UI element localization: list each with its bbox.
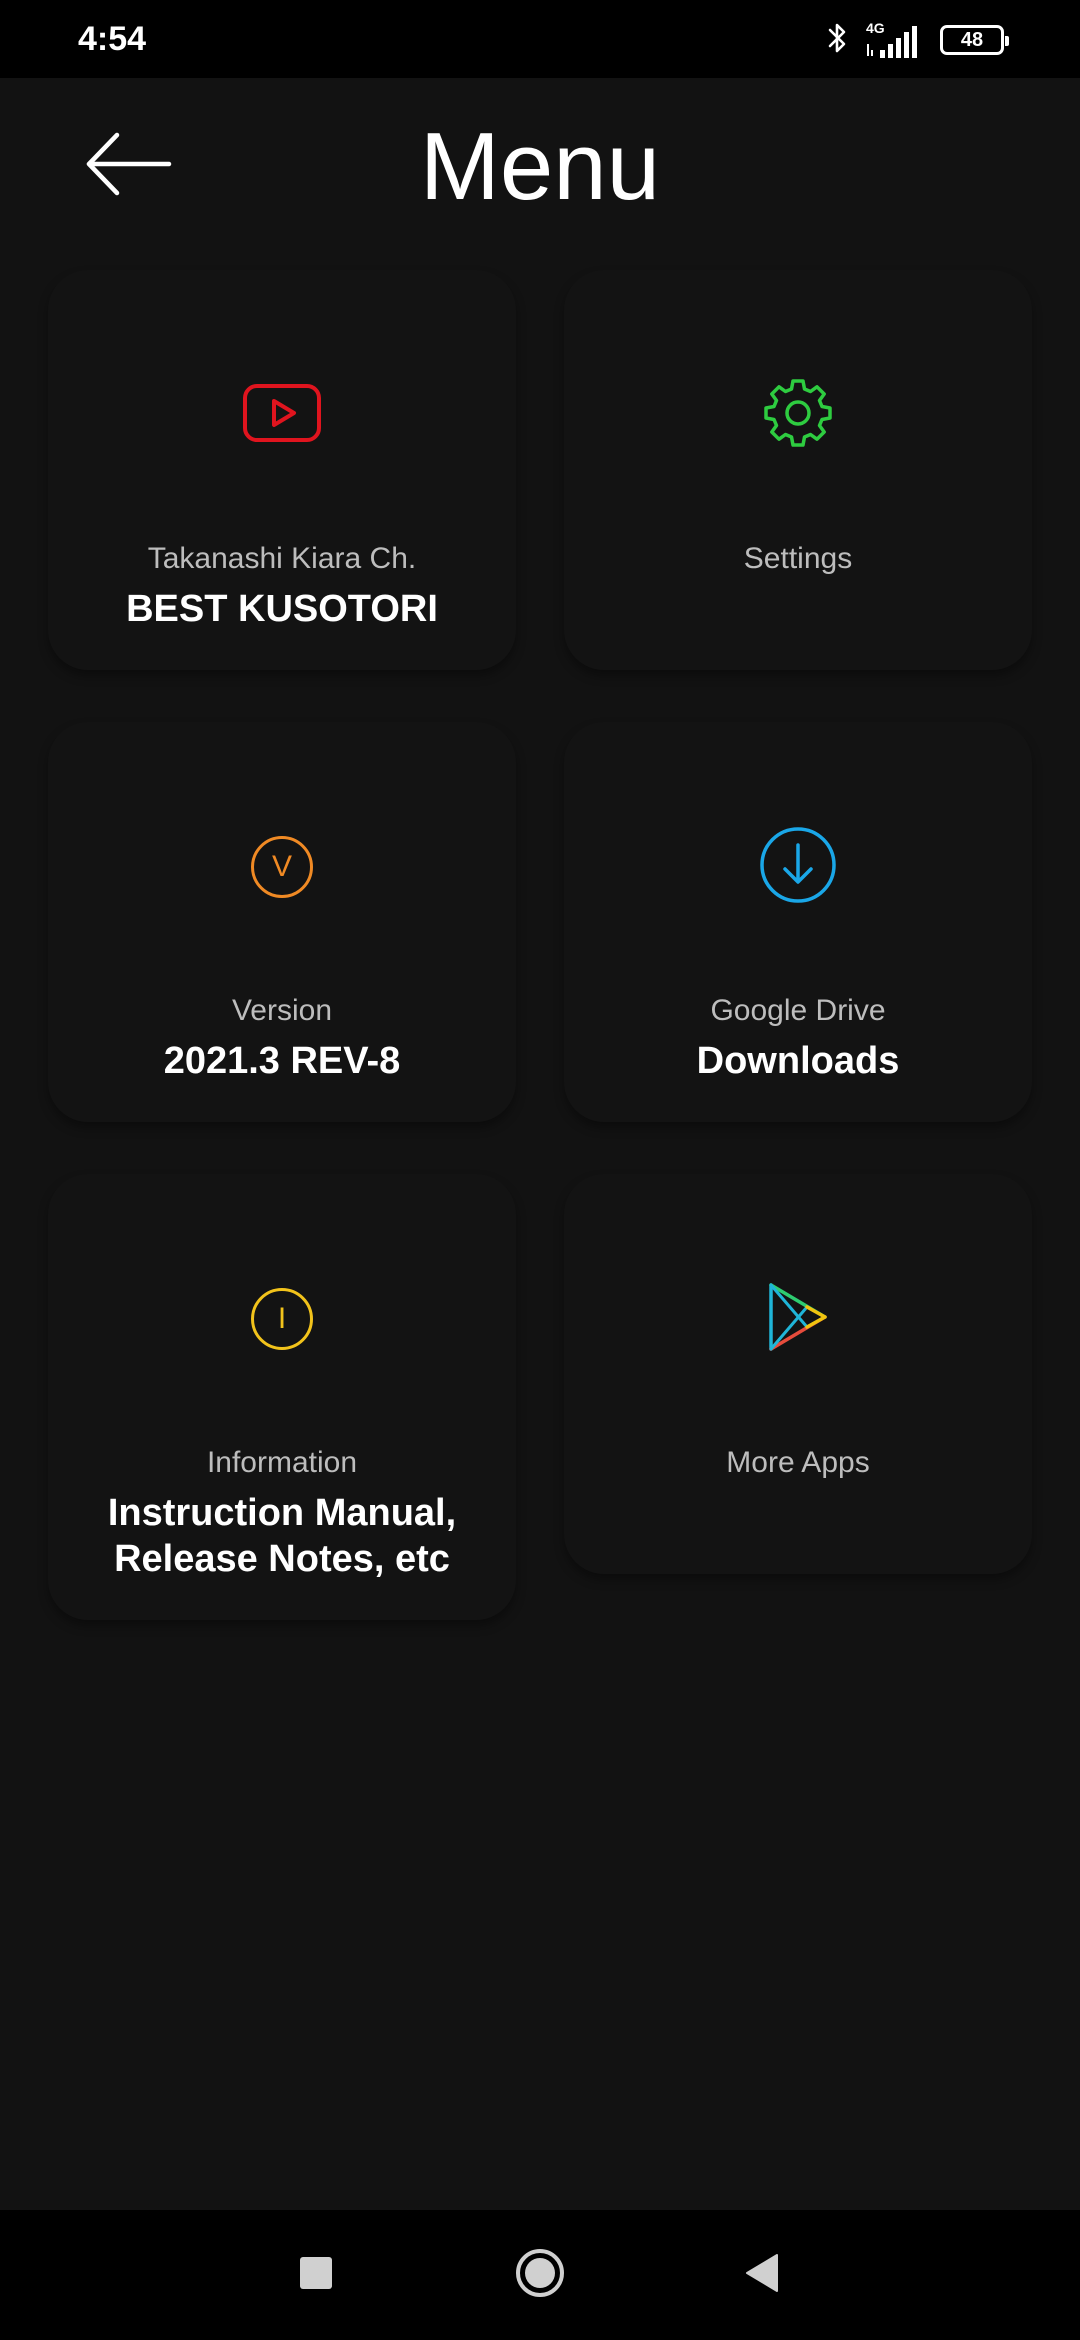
bluetooth-icon [826,20,850,61]
status-icons: 4G 48 [826,18,1009,62]
back-triangle-icon [743,2253,781,2298]
nav-back-button[interactable] [722,2240,802,2310]
information-card[interactable]: I Information Instruction Manual, Releas… [48,1174,516,1620]
home-button[interactable] [500,2240,580,2310]
battery-indicator: 48 [940,25,1009,55]
more-apps-card[interactable]: More Apps [564,1174,1032,1574]
recents-icon [299,2256,333,2295]
youtube-play-icon [242,383,322,448]
info-value-line1: Instruction Manual, [107,1492,457,1534]
info-value: Instruction Manual, Release Notes, etc [48,1490,516,1582]
version-subtitle: Version [231,994,333,1027]
download-icon [758,825,838,910]
drive-value: Downloads [696,1040,900,1082]
header: Menu [0,78,1080,258]
recents-button[interactable] [276,2240,356,2310]
info-subtitle: Information [206,1446,358,1479]
home-icon [514,2247,566,2304]
channel-subtitle: Takanashi Kiara Ch. [147,542,417,575]
signal-icon: 4G [864,20,926,60]
settings-card[interactable]: Settings [564,270,1032,670]
info-icon: I [251,1288,313,1350]
page-title: Menu [419,113,661,220]
status-time: 4:54 [78,20,147,58]
settings-label: Settings [743,542,853,575]
channel-card[interactable]: Takanashi Kiara Ch. BEST KUSOTORI [48,270,516,670]
version-card[interactable]: V Version 2021.3 REV-8 [48,722,516,1122]
navigation-bar [0,2210,1080,2340]
play-store-icon [763,1279,833,1360]
google-drive-card[interactable]: Google Drive Downloads [564,722,1032,1122]
drive-subtitle: Google Drive [710,994,886,1027]
info-value-line2: Release Notes, etc [114,1538,450,1580]
status-bar: 4:54 4G 48 [0,0,1080,78]
battery-level: 48 [960,28,984,51]
version-icon: V [251,836,313,898]
channel-value: BEST KUSOTORI [126,588,438,630]
gear-icon [762,377,834,454]
version-value: 2021.3 REV-8 [163,1040,401,1082]
more-apps-label: More Apps [726,1446,870,1479]
